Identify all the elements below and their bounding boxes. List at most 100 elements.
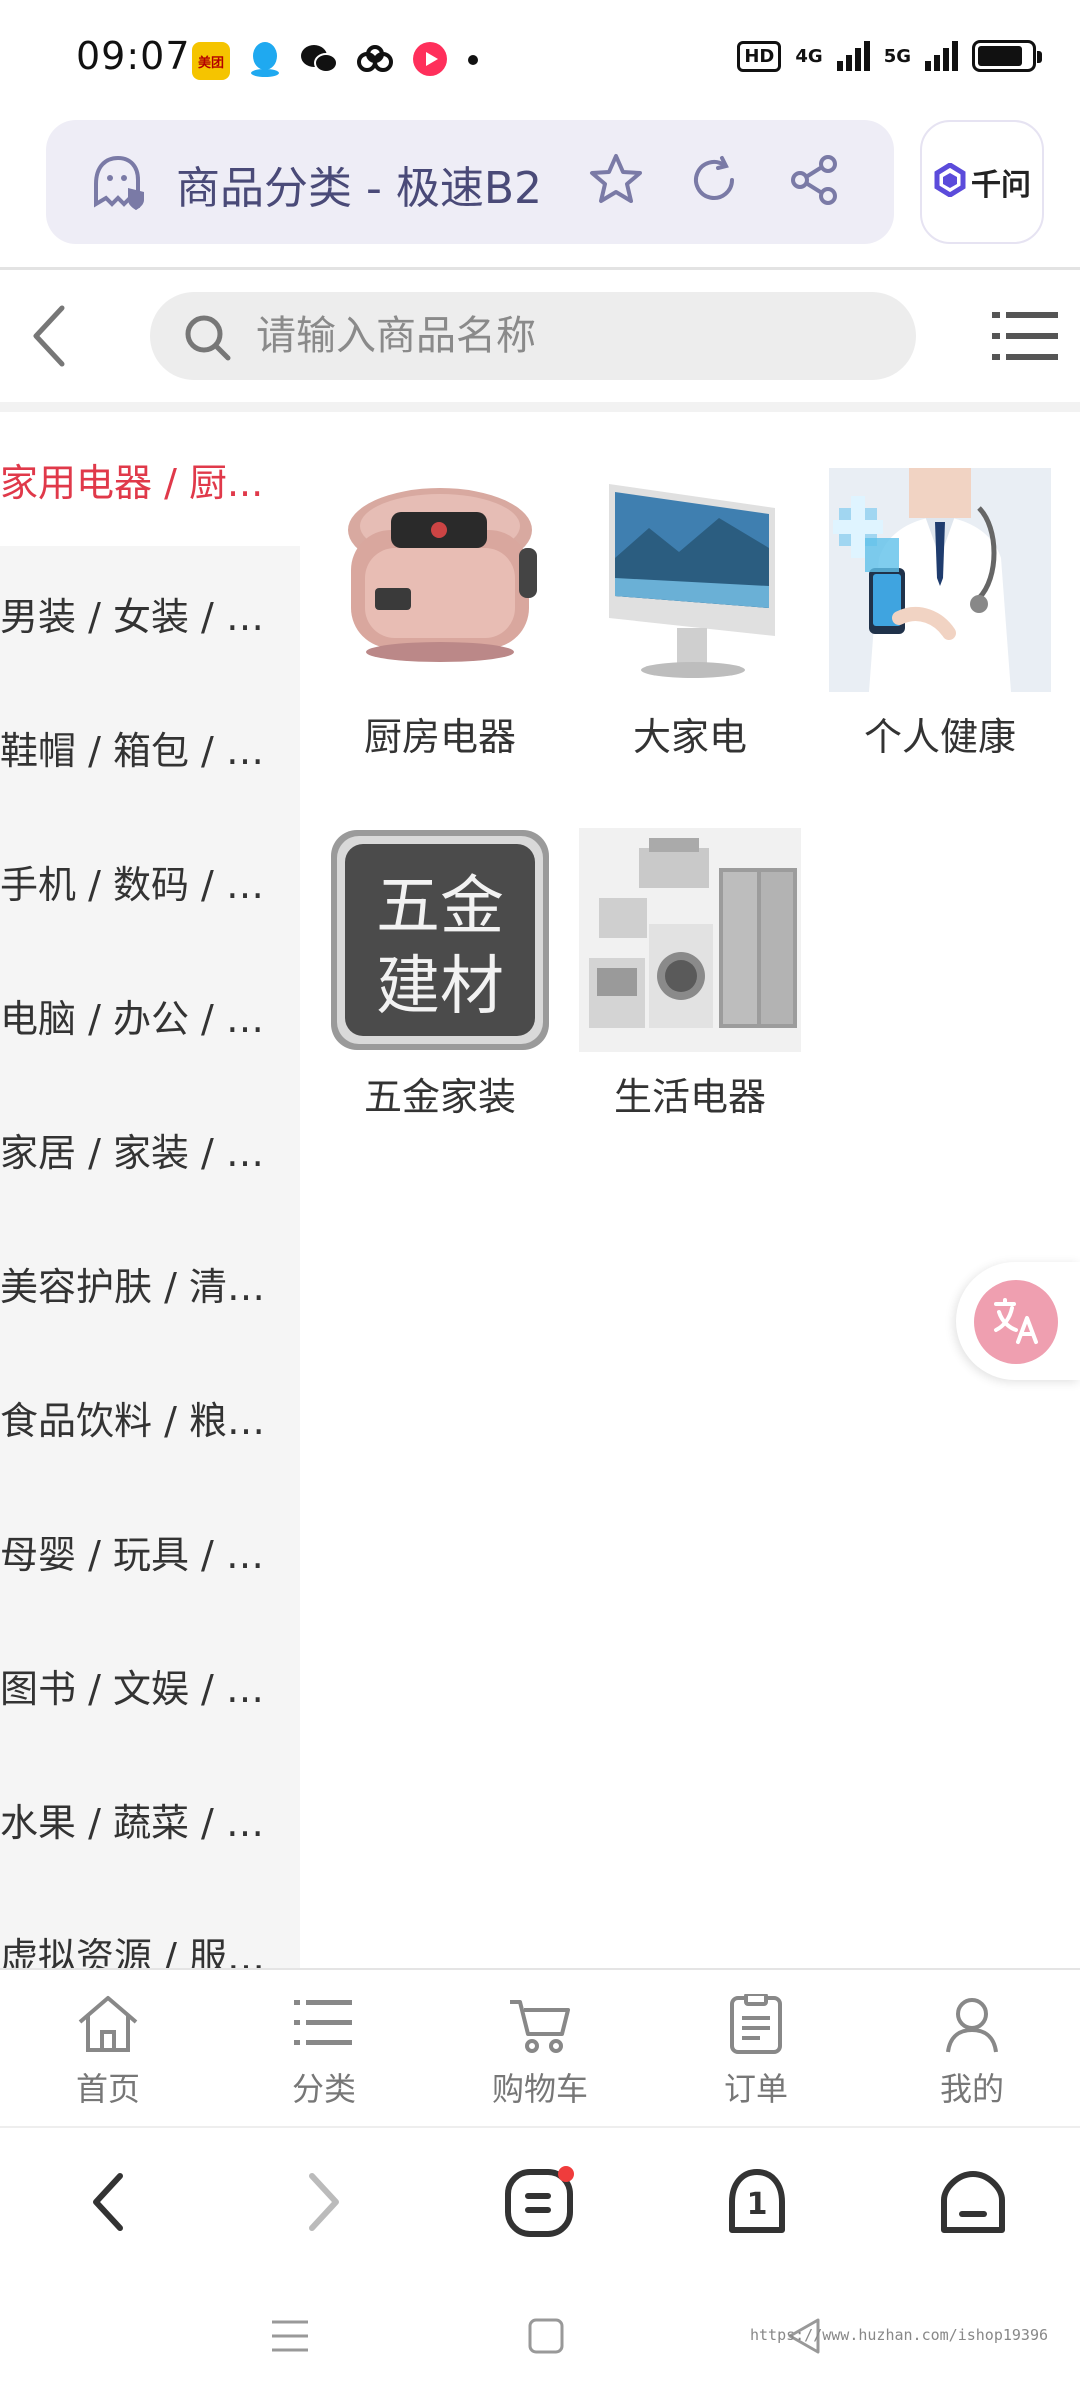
monitor-image: [579, 468, 801, 692]
back-icon[interactable]: [20, 300, 80, 376]
status-bar: 09:07 美团 HD 4G 5G: [0, 0, 1080, 118]
search-box[interactable]: [150, 292, 916, 380]
qq-icon: [248, 40, 282, 82]
category-label: 家居 / 家装 / 厨...: [0, 1130, 296, 1175]
subcategory-label: 厨房电器: [363, 715, 516, 759]
category-item-phones[interactable]: 手机 / 数码 / 通...: [0, 814, 300, 948]
star-icon[interactable]: [586, 150, 646, 214]
list-icon: [292, 1994, 356, 2058]
cart-icon: [506, 1994, 574, 2058]
qianwen-assistant-button[interactable]: 千问: [920, 120, 1044, 244]
reload-icon[interactable]: [686, 152, 742, 212]
subcategory-item-personal-health[interactable]: 个人健康: [825, 468, 1055, 761]
page-title[interactable]: 商品分类 - 极速B2: [176, 152, 542, 216]
browser-home-icon[interactable]: [938, 2166, 1008, 2242]
category-sidebar: 家用电器 / 厨... 男装 / 女装 / 内... 鞋帽 / 箱包 / 钟..…: [0, 412, 300, 1968]
tab-count: 1: [747, 2187, 768, 2222]
category-item-virtual[interactable]: 虚拟资源 / 服务...: [0, 1886, 300, 1969]
category-label: 图书 / 文娱 / 教...: [0, 1666, 296, 1711]
menu-list-icon[interactable]: [992, 310, 1060, 366]
subcategory-label: 个人健康: [863, 715, 1016, 759]
tab-label: 我的: [939, 2070, 1004, 2108]
category-item-beauty[interactable]: 美容护肤 / 清洁...: [0, 1216, 300, 1350]
qianwen-logo-icon: [933, 162, 967, 201]
subcategory-item-major-appliances[interactable]: 大家电: [575, 468, 805, 761]
category-label: 电脑 / 办公 / 配...: [0, 996, 296, 1041]
subcategory-item-kitchen[interactable]: 厨房电器: [325, 468, 555, 761]
ghost-shield-icon[interactable]: [88, 154, 148, 216]
tab-category[interactable]: 分类: [216, 1970, 432, 2126]
category-label: 水果 / 蔬菜 / 生...: [0, 1800, 296, 1845]
category-item-clothing[interactable]: 男装 / 女装 / 内...: [0, 546, 300, 680]
order-icon: [726, 1992, 786, 2058]
category-label: 男装 / 女装 / 内...: [0, 594, 296, 639]
translate-floating-button[interactable]: [956, 1262, 1080, 1380]
subcategory-label: 大家电: [632, 715, 747, 759]
subcategory-label: 生活电器: [613, 1075, 766, 1119]
translate-icon: [974, 1280, 1058, 1364]
subcategory-grid: 厨房电器 大家电 个人健康 五金 建材 五金家装 生活电器: [300, 412, 1080, 1968]
system-navigation-bar: https://www.huzhan.com/ishop19396: [0, 2276, 1080, 2400]
hardware-sign-text-1: 五金: [376, 870, 504, 944]
rice-cooker-image: [329, 468, 551, 692]
system-menu-icon[interactable]: [268, 2316, 312, 2360]
search-header: [0, 270, 1080, 402]
hd-badge: HD: [737, 40, 782, 72]
category-label: 美容护肤 / 清洁...: [0, 1264, 296, 1309]
battery-fill: [978, 46, 1023, 66]
status-time: 09:07: [76, 34, 191, 78]
subcategory-label: 五金家装: [363, 1075, 516, 1119]
user-icon: [942, 1994, 1002, 2058]
hardware-sign-image: 五金 建材: [331, 830, 549, 1050]
category-item-appliances[interactable]: 家用电器 / 厨...: [0, 412, 300, 546]
browser-back-icon[interactable]: [84, 2166, 132, 2242]
tab-cart[interactable]: 购物车: [432, 1970, 648, 2126]
qianwen-label: 千问: [971, 168, 1031, 203]
signal-icon: [925, 41, 958, 71]
address-bar[interactable]: 商品分类 - 极速B2: [46, 120, 894, 244]
browser-tabs-icon[interactable]: 1: [722, 2166, 792, 2242]
browser-navigation-bar: 1: [0, 2126, 1080, 2276]
signal-icon: [836, 41, 870, 71]
cloud-icon: [356, 44, 394, 78]
browser-menu-icon[interactable]: [504, 2166, 574, 2242]
category-item-home[interactable]: 家居 / 家装 / 厨...: [0, 1082, 300, 1216]
category-label: 食品饮料 / 粮油...: [0, 1398, 296, 1443]
share-icon[interactable]: [786, 152, 842, 212]
hardware-sign-text-2: 建材: [376, 950, 504, 1024]
system-home-icon[interactable]: [526, 2316, 566, 2360]
category-item-computers[interactable]: 电脑 / 办公 / 配...: [0, 948, 300, 1082]
bottom-tab-bar: 首页 分类 购物车 订单 我的: [0, 1968, 1080, 2126]
status-indicators: HD 4G 5G: [737, 40, 1042, 72]
category-label: 虚拟资源 / 服务...: [0, 1934, 296, 1969]
doctor-image: [829, 468, 1051, 692]
tab-mine[interactable]: 我的: [864, 1970, 1080, 2126]
tab-label: 首页: [75, 2070, 140, 2108]
category-label: 鞋帽 / 箱包 / 钟...: [0, 728, 296, 773]
category-item-shoes-bags[interactable]: 鞋帽 / 箱包 / 钟...: [0, 680, 300, 814]
tab-label: 订单: [723, 2070, 788, 2108]
tab-label: 购物车: [491, 2070, 588, 2108]
search-icon: [182, 312, 234, 368]
category-item-books[interactable]: 图书 / 文娱 / 教...: [0, 1618, 300, 1752]
tab-label: 分类: [291, 2070, 356, 2108]
dot-icon: [466, 52, 480, 71]
search-input[interactable]: [256, 292, 896, 380]
subcategory-item-home-appliances[interactable]: 生活电器: [575, 828, 805, 1121]
category-item-food[interactable]: 食品饮料 / 粮油...: [0, 1350, 300, 1484]
tab-orders[interactable]: 订单: [648, 1970, 864, 2126]
tab-home[interactable]: 首页: [0, 1970, 216, 2126]
category-item-baby-toys[interactable]: 母婴 / 玩具 / 乐...: [0, 1484, 300, 1618]
subcategory-item-hardware[interactable]: 五金 建材 五金家装: [325, 828, 555, 1121]
home-icon: [74, 1994, 142, 2058]
browser-bar: 商品分类 - 极速B2 千问: [0, 118, 1080, 268]
status-app-icons: 美团: [192, 40, 480, 82]
category-item-fruit[interactable]: 水果 / 蔬菜 / 生...: [0, 1752, 300, 1886]
browser-forward-icon[interactable]: [300, 2166, 348, 2242]
category-label: 手机 / 数码 / 通...: [0, 862, 296, 907]
battery-icon: [972, 40, 1042, 72]
video-icon: [412, 41, 448, 81]
category-label: 家用电器 / 厨...: [0, 460, 264, 505]
divider-band: [0, 402, 1080, 412]
watermark-text: https://www.huzhan.com/ishop19396: [750, 2326, 1049, 2344]
